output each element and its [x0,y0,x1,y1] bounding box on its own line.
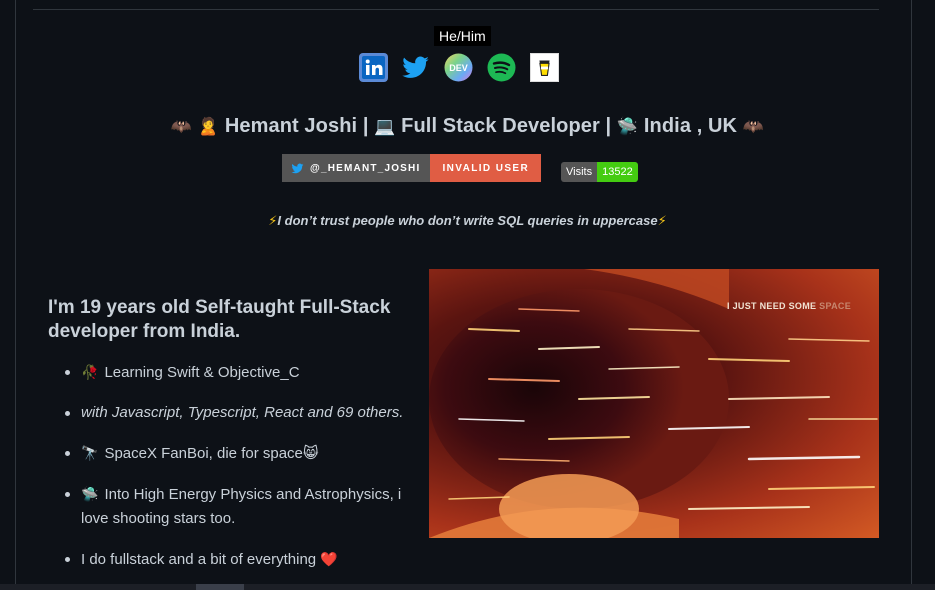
twitter-icon [291,163,304,173]
list-item: with Javascript, Typescript, React and 6… [65,401,421,425]
twitter-follow-badge[interactable]: @_HEMANT_JOSHI INVALID USER [282,154,542,182]
list-item: 🥀 Learning Swift & Objective_C [65,360,421,385]
intro-heading: I'm 19 years old Self-taught Full-Stack … [48,297,391,342]
ufo-icon: 🛸 [616,117,639,136]
quote: ⚡I don’t trust people who don’t write SQ… [0,213,935,229]
twitter-handle-badge: @_HEMANT_JOSHI [282,154,431,182]
person-icon: 🙎 [197,117,220,136]
visits-label: Visits [561,162,598,182]
lightning-icon: ⚡ [657,213,667,228]
quote-text: I don’t trust people who don’t write SQL… [277,213,658,228]
headline-name: Hemant Joshi | [224,115,369,137]
scrollbar-thumb[interactable] [196,584,244,590]
laptop-icon: 💻 [374,117,396,136]
telescope-icon: 🔭 [81,445,99,461]
svg-text:DEV: DEV [449,63,468,73]
divider [33,9,879,10]
status-badge: INVALID USER [430,154,542,182]
buymeacoffee-icon[interactable] [530,53,559,82]
visits-badge: Visits 13522 [561,162,638,182]
headline-role: Full Stack Developer | [401,115,612,137]
rose-icon: 🥀 [81,364,99,380]
horizontal-scrollbar[interactable] [0,584,935,590]
ufo-icon: 🛸 [81,486,99,502]
spotify-icon[interactable] [487,53,516,82]
twitter-icon[interactable] [401,53,430,82]
profile-headline: 🦇 🙎 Hemant Joshi | 💻 Full Stack Develope… [0,115,935,138]
headline-location: India , UK [643,115,738,137]
gif-caption: I JUST NEED SOME SPACE [727,301,851,311]
dev-icon[interactable]: DEV [444,53,473,82]
visits-count: 13522 [597,162,638,182]
about-list: 🥀 Learning Swift & Objective_C with Javas… [65,360,421,588]
linkedin-icon[interactable] [359,53,388,82]
list-item: 🔭 SpaceX FanBoi, die for space😸 [65,441,421,466]
bat-icon: 🦇 [742,117,765,136]
heart-icon: ❤️ [320,551,338,567]
bat-icon: 🦇 [170,117,193,136]
space-gif: I JUST NEED SOME SPACE [429,269,879,538]
cat-icon: 😸 [302,445,319,462]
pronoun-tooltip: He/Him [434,26,491,46]
list-item: 🛸 Into High Energy Physics and Astrophysi… [65,482,421,531]
list-item: I do fullstack and a bit of everything ❤… [65,547,421,572]
